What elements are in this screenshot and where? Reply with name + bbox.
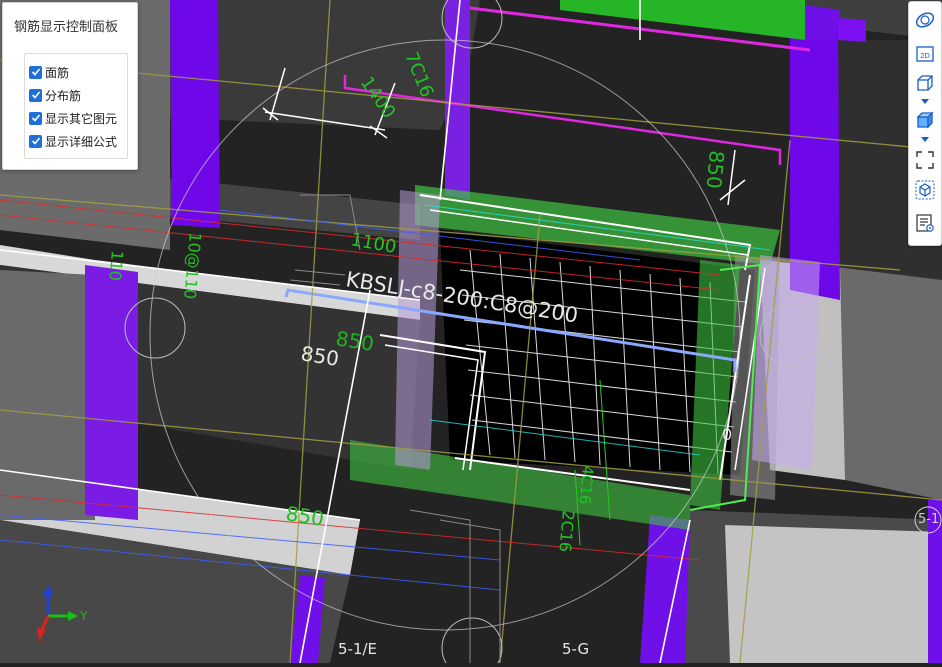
dim-850-d: 850 bbox=[702, 150, 729, 190]
grid-label-5-1: 5-1 bbox=[918, 512, 940, 527]
axis-y-label: Y bbox=[80, 609, 88, 623]
rebar-3d-scene: KBSLJ-c8-200:C8@200 850 850 850 850 1400… bbox=[0, 0, 942, 667]
option-label: 面筋 bbox=[45, 65, 70, 80]
option-distribution-rebar[interactable]: 分布筋 bbox=[29, 87, 81, 103]
axis-z-label: Z bbox=[44, 585, 53, 599]
dim-left-rebar-b: 110 bbox=[105, 250, 127, 282]
3d-cube-icon bbox=[915, 180, 935, 200]
caret-down-icon[interactable] bbox=[921, 137, 929, 142]
axis-gizmo: Z Y X bbox=[28, 585, 98, 651]
checkbox-distribution-rebar[interactable] bbox=[29, 88, 42, 102]
orbit-button[interactable] bbox=[913, 8, 937, 32]
box-solid-icon bbox=[916, 111, 934, 129]
dim-small: 0 bbox=[722, 425, 732, 444]
3d-viewport[interactable]: KBSLJ-c8-200:C8@200 850 850 850 850 1400… bbox=[0, 0, 942, 667]
box-solid-button[interactable] bbox=[913, 108, 937, 132]
checkbox-show-other-elements[interactable] bbox=[29, 111, 42, 125]
view-toolbar: 2D bbox=[908, 1, 942, 246]
dim-bottom-rebar-b: 2C16 bbox=[555, 510, 578, 553]
caret-down-icon[interactable] bbox=[921, 99, 929, 104]
zoom-extents-button[interactable] bbox=[913, 148, 937, 172]
grid-label-5-1-e: 5-1/E bbox=[338, 640, 378, 658]
panel-options-group: 面筋 分布筋 显示其它图元 显示详细公式 bbox=[24, 53, 128, 159]
axis-x-label: X bbox=[36, 631, 45, 645]
dim-bottom-rebar: 4C16 bbox=[576, 465, 597, 506]
check-icon bbox=[31, 137, 40, 145]
svg-text:2D: 2D bbox=[920, 52, 930, 60]
check-icon bbox=[31, 91, 40, 99]
panel-title: 钢筋显示控制面板 bbox=[14, 20, 119, 35]
zoom-extents-icon bbox=[916, 151, 934, 169]
option-top-rebar[interactable]: 面筋 bbox=[29, 64, 69, 80]
3d-cube-button[interactable] bbox=[913, 178, 937, 202]
option-show-detailed-formula[interactable]: 显示详细公式 bbox=[29, 133, 117, 149]
box-wireframe-icon bbox=[917, 75, 933, 91]
orbit-icon bbox=[915, 12, 935, 28]
option-label: 分布筋 bbox=[45, 88, 82, 103]
checkbox-top-rebar[interactable] bbox=[29, 65, 42, 79]
check-icon bbox=[31, 68, 40, 76]
box-wireframe-button[interactable] bbox=[913, 71, 937, 95]
option-show-other-elements[interactable]: 显示其它图元 bbox=[29, 110, 117, 126]
2d-view-button[interactable]: 2D bbox=[913, 42, 937, 66]
option-label: 显示详细公式 bbox=[45, 134, 118, 149]
option-label: 显示其它图元 bbox=[45, 111, 118, 126]
grid-label-5-g: 5-G bbox=[562, 640, 590, 658]
rebar-display-control-panel: 钢筋显示控制面板 面筋 分布筋 显示其它图元 显示详细公式 bbox=[2, 2, 138, 170]
2d-view-icon: 2D bbox=[916, 46, 934, 62]
checkbox-show-detailed-formula[interactable] bbox=[29, 134, 42, 148]
properties-list-button[interactable] bbox=[913, 211, 937, 235]
properties-list-icon bbox=[916, 214, 934, 232]
check-icon bbox=[31, 114, 40, 122]
